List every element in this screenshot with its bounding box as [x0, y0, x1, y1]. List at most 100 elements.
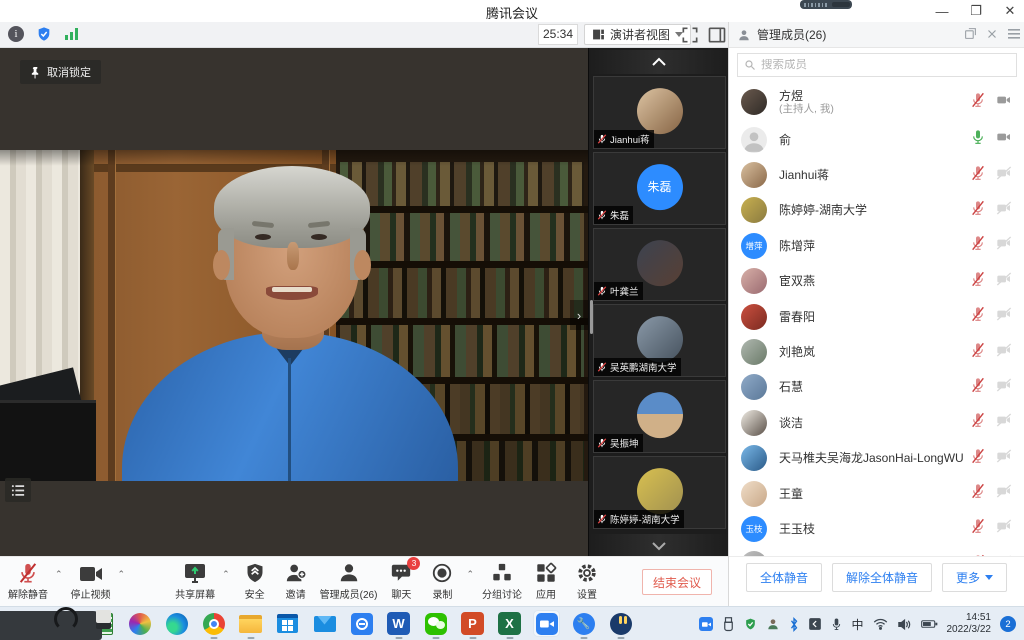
bluetooth-icon[interactable] — [789, 617, 799, 632]
member-camera-button[interactable] — [996, 271, 1012, 292]
panel-menu-icon[interactable] — [1008, 29, 1020, 39]
member-row[interactable]: 雷春阳 — [729, 299, 1024, 334]
member-row[interactable]: 天马椎夫吴海龙JasonHai-LongWU — [729, 441, 1024, 476]
member-camera-button[interactable] — [996, 377, 1012, 398]
security-shield-icon[interactable] — [36, 26, 52, 42]
collapse-strip-handle[interactable]: › — [570, 300, 588, 330]
member-row[interactable]: 宦双燕 — [729, 264, 1024, 299]
close-panel-icon[interactable] — [986, 28, 998, 40]
member-row[interactable]: 方煜(主持人, 我) — [729, 82, 1024, 122]
member-mic-button[interactable] — [970, 271, 986, 292]
expand-options-chevron[interactable]: ⌃ — [118, 569, 126, 580]
mail-app-icon[interactable] — [312, 611, 337, 636]
ime-indicator[interactable]: 中 — [851, 616, 863, 633]
toolbar-settings-button[interactable]: 设置 — [570, 562, 604, 601]
project-icon[interactable] — [808, 617, 822, 631]
video-thumbnail[interactable]: 陈婷婷-湖南大学 — [593, 456, 726, 529]
toolbar-camera-button[interactable]: 停止视频 — [71, 562, 111, 601]
explorer-app-icon[interactable] — [238, 611, 263, 636]
scroll-down-button[interactable] — [589, 534, 729, 558]
member-mic-button[interactable] — [970, 165, 986, 186]
member-camera-button[interactable] — [996, 518, 1012, 539]
member-camera-button[interactable] — [996, 92, 1012, 113]
tray-meeting-icon[interactable] — [699, 617, 713, 631]
member-row[interactable]: 玉枝王玉枝 — [729, 511, 1024, 546]
unmute-all-button[interactable]: 解除全体静音 — [832, 563, 932, 592]
volume-icon[interactable] — [897, 618, 912, 631]
video-thumbnail[interactable]: 叶龚兰 — [593, 228, 726, 301]
member-row[interactable]: 陈婷婷-湖南大学 — [729, 193, 1024, 228]
member-camera-button[interactable] — [996, 483, 1012, 504]
member-mic-button[interactable] — [970, 518, 986, 539]
member-camera-button[interactable] — [996, 200, 1012, 221]
member-row[interactable]: 俞 — [729, 122, 1024, 157]
meeting-info-icon[interactable]: i — [8, 26, 24, 42]
side-panel-icon[interactable] — [707, 25, 727, 45]
participant-list-toggle[interactable] — [5, 478, 31, 502]
member-mic-button[interactable] — [970, 342, 986, 363]
strip-scrollbar[interactable] — [590, 300, 593, 334]
video-thumbnail[interactable]: 吴英鹏湖南大学 — [593, 304, 726, 377]
edge-app-icon[interactable] — [164, 611, 189, 636]
member-camera-button[interactable] — [996, 165, 1012, 186]
member-camera-button[interactable] — [996, 129, 1012, 150]
member-row[interactable]: 石慧 — [729, 370, 1024, 405]
notification-badge[interactable]: 2 — [1000, 616, 1016, 632]
mute-all-button[interactable]: 全体静音 — [746, 563, 822, 592]
microphone-tray-icon[interactable] — [831, 617, 842, 632]
member-mic-button[interactable] — [970, 92, 986, 113]
toolbar-mic-muted-button[interactable]: 解除静音 — [8, 562, 48, 601]
defender-icon[interactable] — [744, 617, 757, 631]
excel-app-icon[interactable]: X — [497, 611, 522, 636]
toolbar-invite-button[interactable]: 邀请 — [279, 562, 313, 601]
member-mic-button[interactable] — [970, 448, 986, 469]
member-camera-button[interactable] — [996, 342, 1012, 363]
member-camera-button[interactable] — [996, 448, 1012, 469]
toolbar-breakout-button[interactable]: 分组讨论 — [482, 562, 522, 601]
scroll-up-button[interactable] — [589, 50, 729, 74]
wifi-icon[interactable] — [873, 618, 888, 630]
store-app-icon[interactable] — [275, 611, 300, 636]
member-mic-button[interactable] — [970, 377, 986, 398]
paint-app-icon[interactable] — [127, 611, 152, 636]
usb-device-icon[interactable] — [722, 617, 735, 632]
member-row[interactable]: 王童 — [729, 476, 1024, 511]
powerpoint-app-icon[interactable]: P — [460, 611, 485, 636]
toolbar-members-button[interactable]: 管理成员(26) — [320, 562, 378, 601]
member-camera-button[interactable] — [996, 235, 1012, 256]
member-camera-button[interactable] — [996, 412, 1012, 433]
member-row[interactable]: 增萍陈增萍 — [729, 228, 1024, 263]
maximize-button[interactable]: ❐ — [968, 3, 984, 19]
member-mic-button[interactable] — [970, 235, 986, 256]
toolbar-apps-button[interactable]: 应用 — [529, 562, 563, 601]
cloud-app-icon[interactable] — [608, 611, 633, 636]
more-button[interactable]: 更多 — [942, 563, 1007, 592]
chrome-app-icon[interactable] — [201, 611, 226, 636]
expand-options-chevron[interactable]: ⌃ — [466, 569, 474, 580]
battery-icon[interactable] — [921, 618, 938, 630]
member-row[interactable]: 刘艳岚 — [729, 334, 1024, 369]
wechat-app-icon[interactable] — [423, 611, 448, 636]
tencent-meeting-app-icon[interactable] — [534, 611, 559, 636]
close-button[interactable]: ✕ — [1002, 3, 1018, 19]
expand-options-chevron[interactable]: ⌃ — [222, 569, 230, 580]
member-row[interactable]: Jianhui蒋 — [729, 157, 1024, 192]
video-thumbnail[interactable]: Jianhui蒋 — [593, 76, 726, 149]
popout-icon[interactable] — [964, 27, 977, 40]
toolbar-shield-button[interactable]: 安全 — [238, 562, 272, 601]
view-mode-button[interactable]: 演讲者视图 — [584, 24, 691, 45]
toolbar-chat-button[interactable]: 3聊天 — [384, 562, 418, 601]
video-thumbnail[interactable]: 吴振坤 — [593, 380, 726, 453]
toolbar-record-button[interactable]: 录制 — [425, 562, 459, 601]
fullscreen-icon[interactable] — [680, 25, 700, 45]
toolbar-share-button[interactable]: 共享屏幕 — [175, 562, 215, 601]
minimize-button[interactable]: — — [934, 4, 950, 19]
member-mic-button[interactable] — [970, 200, 986, 221]
remote-app-icon[interactable] — [349, 611, 374, 636]
video-thumbnail[interactable]: 朱磊朱磊 — [593, 152, 726, 225]
network-signal-icon[interactable] — [64, 27, 80, 41]
expand-options-chevron[interactable]: ⌃ — [55, 569, 63, 580]
word-app-icon[interactable]: W — [386, 611, 411, 636]
member-camera-button[interactable] — [996, 306, 1012, 327]
taskbar-clock[interactable]: 14:51 2022/3/22 — [947, 612, 992, 636]
